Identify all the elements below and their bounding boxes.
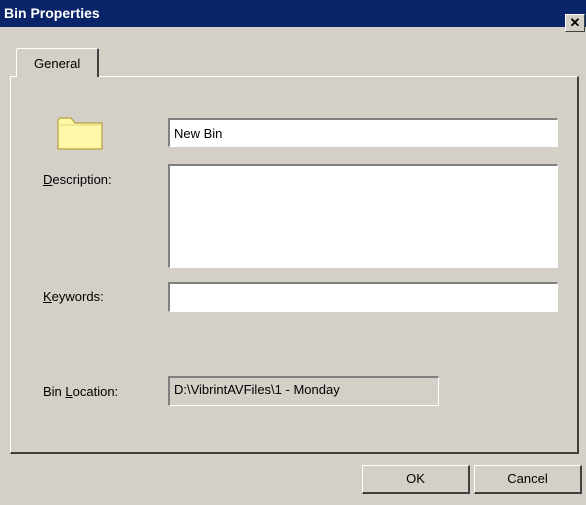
description-label-mnemonic: D	[43, 172, 53, 187]
keywords-label-mnemonic: K	[43, 289, 52, 304]
folder-icon	[57, 117, 103, 150]
tab-general-label: General	[34, 56, 81, 71]
bin-location-label: Bin Location:	[43, 384, 118, 399]
keywords-input[interactable]	[168, 282, 558, 312]
keywords-label-rest: eywords:	[51, 289, 104, 304]
bin-location-label-prefix: Bin	[43, 384, 66, 399]
keywords-label: Keywords:	[43, 289, 104, 304]
tab-general[interactable]: General	[16, 48, 99, 77]
window-title: Bin Properties	[4, 5, 100, 21]
bin-location-label-mnemonic: L	[65, 384, 73, 399]
ok-button[interactable]: OK	[362, 465, 470, 494]
title-bar[interactable]: Bin Properties ✕	[0, 0, 586, 32]
bin-location-value: D:\VibrintAVFiles\1 - Monday	[168, 376, 439, 406]
bin-location-label-rest: ocation:	[72, 384, 119, 399]
description-textarea[interactable]	[168, 164, 558, 268]
bin-name-input[interactable]	[168, 118, 558, 147]
bin-properties-dialog: Bin Properties ✕ General Description: Ke…	[0, 0, 586, 505]
description-label-rest: escription:	[52, 172, 112, 187]
cancel-button[interactable]: Cancel	[474, 465, 582, 494]
close-icon[interactable]: ✕	[565, 14, 585, 32]
description-label: Description:	[43, 172, 112, 187]
